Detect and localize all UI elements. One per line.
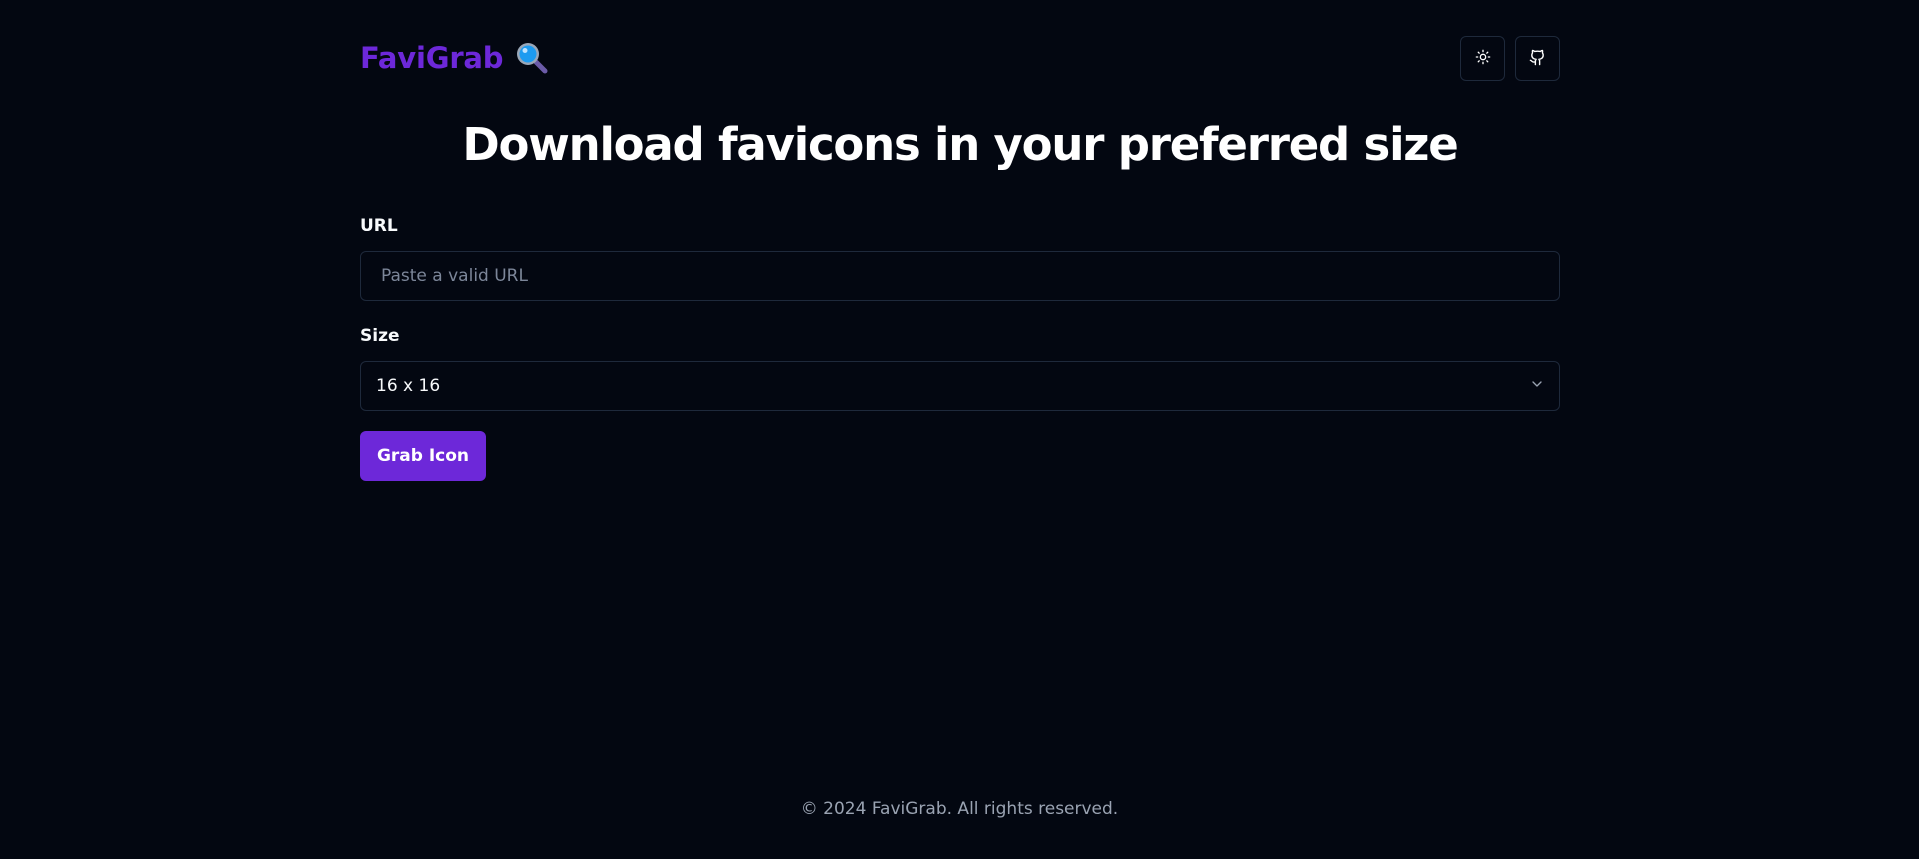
size-selected-value: 16 x 16 — [376, 376, 441, 396]
page: FaviGrab Download favicons in your prefe… — [0, 0, 1919, 859]
footer-copyright: © 2024 FaviGrab. All rights reserved. — [800, 799, 1119, 819]
github-button[interactable] — [1515, 36, 1560, 81]
github-icon — [1529, 49, 1546, 69]
grab-icon-button[interactable]: Grab Icon — [360, 431, 486, 481]
main-container: FaviGrab Download favicons in your prefe… — [360, 0, 1560, 481]
theme-toggle-button[interactable] — [1460, 36, 1505, 81]
url-field — [360, 251, 1560, 301]
chevron-down-icon — [1529, 376, 1545, 396]
brand[interactable]: FaviGrab — [360, 41, 549, 75]
header-actions — [1460, 36, 1560, 81]
page-title: Download favicons in your preferred size — [462, 118, 1458, 171]
size-label: Size — [360, 326, 400, 346]
size-select[interactable]: 16 x 16 — [360, 361, 1560, 411]
url-label: URL — [360, 216, 398, 236]
sun-icon — [1475, 49, 1491, 68]
header: FaviGrab — [360, 0, 1560, 118]
magnifying-glass-icon — [515, 41, 549, 75]
brand-name: FaviGrab — [360, 41, 504, 75]
url-input[interactable] — [361, 252, 1559, 300]
